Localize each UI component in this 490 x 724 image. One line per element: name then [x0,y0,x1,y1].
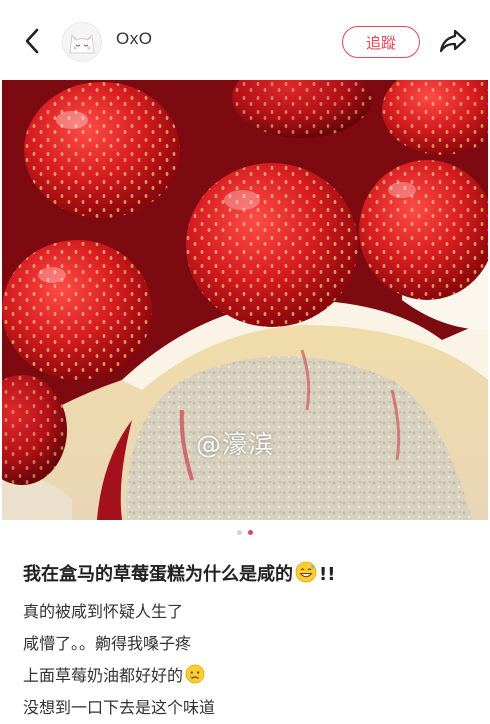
pagination-dot-active[interactable] [248,530,253,535]
post-body-line-1: 真的被咸到怀疑人生了 [23,602,184,621]
back-button[interactable] [18,26,46,56]
follow-button[interactable]: 追蹤 [342,26,420,58]
post-body-line-4: 没想到一口下去是这个味道 [23,698,216,717]
post-image[interactable]: @濠滨 [2,80,488,520]
chevron-left-icon [25,28,39,54]
post-detail-screen: OxO 追蹤 @濠滨 我在盒马的草莓蛋糕为什么是咸的 !! 真的被咸到怀疑人生了… [0,0,490,724]
avatar[interactable] [62,22,102,62]
crying-face-emoji-icon [185,664,205,688]
post-body-line-3: 上面草莓奶油都好好的 [23,662,207,688]
post-title-suffix: !! [319,564,336,585]
share-arrow-icon [439,29,467,53]
post-body-line-2: 咸懵了。。齁得我嗓子疼 [23,634,192,653]
post-title-text: 我在盒马的草莓蛋糕为什么是咸的 [23,564,293,585]
share-button[interactable] [437,26,469,56]
cat-avatar-icon [63,23,101,61]
image-watermark: @濠滨 [196,430,275,459]
top-bar: OxO 追蹤 [0,0,490,80]
username[interactable]: OxO [116,29,152,49]
post-body-line-3-text: 上面草莓奶油都好好的 [23,666,184,685]
post-title: 我在盒马的草莓蛋糕为什么是咸的 !! [23,560,473,588]
image-pagination [0,530,490,540]
grinning-sweat-emoji-icon [295,561,317,588]
pagination-dot[interactable] [237,530,242,535]
